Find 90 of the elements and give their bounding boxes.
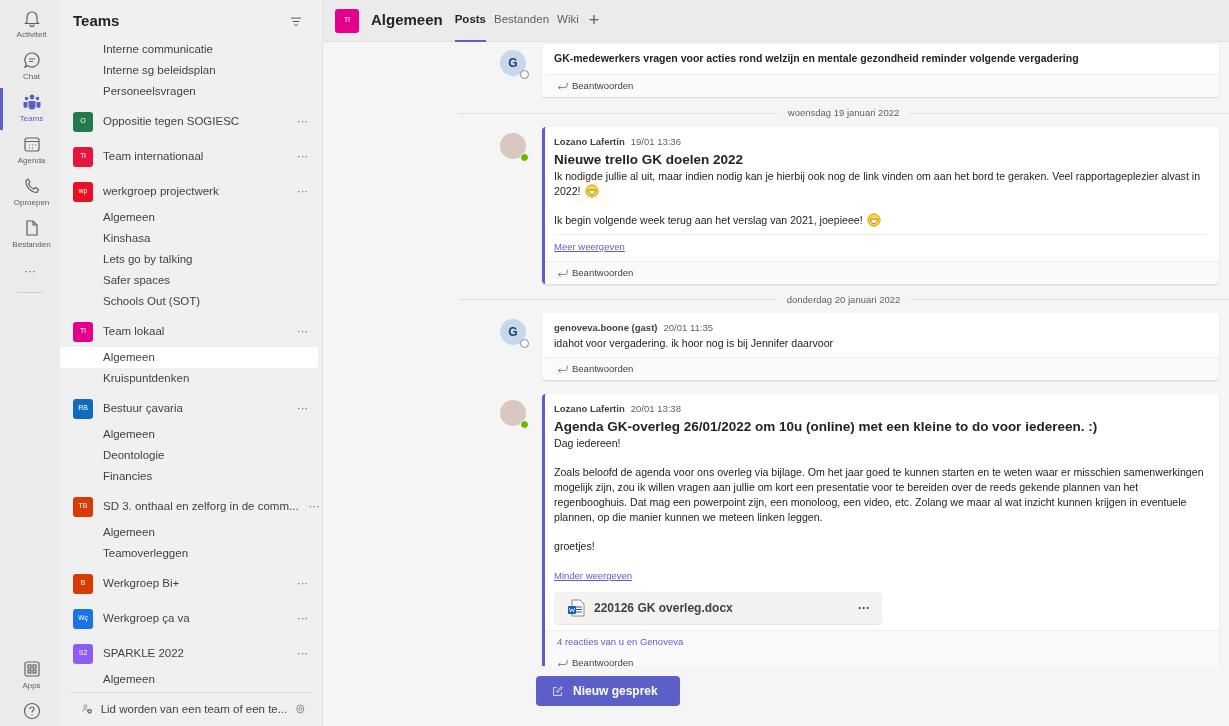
channel-title: Algemeen (371, 10, 443, 31)
reply-arrow-icon (557, 658, 568, 666)
more-button[interactable]: ··· (297, 610, 308, 627)
channel-item[interactable]: Algemeen (60, 668, 318, 690)
join-team-link[interactable]: Lid worden van een team of een te... (100, 700, 288, 718)
team-name[interactable]: Werkgroep Bi+ (103, 574, 287, 593)
message-title: Agenda GK-overleg 26/01/2022 om 10u (online) met een kleine to do voor iedereen. :) (554, 418, 1099, 436)
reply-arrow-icon (557, 82, 568, 91)
channel-item[interactable]: Financies (60, 465, 318, 487)
date-divider-label: donderdag 20 januari 2022 (786, 292, 901, 307)
author-name: genoveva.boone (gast) (554, 322, 658, 333)
people-add-icon (82, 702, 93, 717)
grid-icon (21, 659, 42, 679)
message-time: 19/01 13:36 (630, 135, 681, 147)
channel-item[interactable]: Kruispuntdenken (60, 367, 318, 389)
channel-item[interactable]: Algemeen (60, 521, 318, 543)
settings-icon[interactable] (295, 702, 306, 717)
more-button[interactable]: ··· (297, 645, 308, 662)
reply-button[interactable]: Beantwoorden (557, 362, 634, 377)
team-name[interactable]: Team internationaal (103, 147, 287, 166)
channel-item[interactable]: Schools Out (SOT) (60, 290, 318, 312)
message-text: Zoals beloofd de agenda voor ons overleg via bijlage. Om het jaar goed te kunnen starten en te weten waar er misschien samenwerkingen mogelijk zijn, zou ik willen vragen aan jullie om kort een presentatie voor te bereiden over de reeds gekende plannen van het regenbooghuis. Dat mag een powerpoint zijn, een monoloog, een video, etc. Zolang we maar al wat inzicht kunnen krijgen in eventuele plannen, op die manier kunnen we meteen linken leggen. (554, 465, 1205, 526)
rail-button[interactable]: Chat (0, 46, 60, 88)
message-time: 20/01 13:38 (630, 403, 681, 415)
message-text: Dag iedereen! (554, 436, 622, 452)
rail-button[interactable]: Apps (0, 655, 60, 697)
team-name[interactable]: SPARKLE 2022 (103, 644, 287, 663)
tab[interactable]: Wiki (557, 0, 579, 42)
rail-button[interactable]: Activiteit (0, 4, 60, 46)
message-time: 20/01 11:35 (663, 322, 713, 333)
attachment-card[interactable]: 220126 GK overleg.docx ··· (554, 592, 882, 625)
team-name[interactable]: Werkgroep ça va (103, 609, 287, 628)
channel-item[interactable]: Algemeen (60, 206, 318, 228)
rail-button[interactable]: Bestanden (0, 214, 60, 256)
reply-arrow-icon (557, 365, 568, 374)
channel-item[interactable]: Interne communicatie (60, 38, 318, 60)
author-name: Lozano Lafertin (554, 135, 625, 147)
message-title: Nieuwe trello GK doelen 2022 (554, 150, 745, 168)
reply-button[interactable]: Beantwoorden (557, 79, 634, 94)
edit-icon (552, 685, 563, 697)
more-button[interactable]: ··· (0, 256, 60, 286)
team-name[interactable]: werkgroep projectwerk (103, 182, 287, 201)
add-tab-button[interactable]: + (586, 7, 602, 34)
channel-item[interactable]: Teamoverleggen (60, 542, 318, 564)
channel-item[interactable]: Interne sg beleidsplan (60, 59, 318, 81)
rail-button[interactable]: Agenda (0, 130, 60, 172)
filter-icon[interactable] (290, 16, 302, 26)
avatar-letter: G (508, 324, 518, 341)
channel-item[interactable]: Deontologie (60, 444, 318, 466)
new-conversation-button[interactable]: Nieuw gesprek (536, 676, 680, 706)
tab[interactable]: Bestanden (494, 0, 550, 42)
more-button[interactable]: ··· (297, 113, 308, 130)
more-button[interactable]: ··· (297, 183, 308, 200)
reactions-link[interactable]: 4 reacties van u en Genoveva (557, 635, 684, 650)
avatar-letter: G (508, 55, 518, 72)
channel-item[interactable]: Safer spaces (60, 269, 318, 291)
sidebar-title: Teams (73, 11, 120, 31)
team-name[interactable]: Bestuur çavaria (103, 399, 287, 418)
help-icon (21, 701, 42, 721)
channel-item[interactable]: Algemeen (60, 346, 318, 368)
message-text: Ik nodigde jullie al uit, maar indien nodig kan je hierbij ook nog de link vinden om aan het bord te geraken. Veel rapportageplezier alvast in 2022! (554, 168, 1207, 199)
tab[interactable]: Posts (454, 0, 487, 42)
calendar-icon (21, 134, 42, 154)
team-name[interactable]: Team lokaal (103, 322, 287, 341)
team-name[interactable]: SD 3. onthaal en zelforg in de comm... (103, 497, 299, 516)
show-more-link[interactable]: Meer weergeven (554, 239, 625, 254)
channel-item[interactable]: Lets go by talking (60, 248, 318, 270)
message-text: Ik begin volgende week terug aan het verslag van 2021, joepieee! (554, 212, 1207, 228)
channel-item[interactable]: Personeelsvragen (60, 80, 318, 102)
reply-button[interactable]: Beantwoorden (557, 265, 634, 280)
author-name: Lozano Lafertin (554, 403, 625, 415)
team-name[interactable]: Oppositie tegen SOGIESC (103, 112, 287, 131)
reply-arrow-icon (557, 268, 568, 277)
channel-item[interactable]: Algemeen (60, 423, 318, 445)
people-icon (21, 92, 42, 112)
more-button[interactable]: ··· (297, 400, 308, 417)
rail-button[interactable]: Oproepen (0, 172, 60, 214)
document-icon (566, 598, 586, 619)
more-button[interactable]: ··· (308, 498, 320, 515)
show-more-link[interactable]: Minder weergeven (554, 569, 633, 584)
message-title: GK-medewerkers vragen voor acties rond welzijn en mentale gezondheid reminder volgende vergadering (554, 51, 1080, 66)
message-text: groetjes! (554, 539, 596, 555)
more-button[interactable]: ··· (297, 148, 308, 165)
chat-icon (21, 50, 42, 70)
more-button[interactable]: ··· (297, 575, 308, 592)
reply-button[interactable]: Beantwoorden (557, 655, 634, 666)
message-text: idahot voor vergadering. ik hoor nog is bij Jennifer daarvoor (554, 336, 835, 351)
channel-item[interactable]: Kinshasa (60, 227, 318, 249)
date-divider-label: woensdag 19 januari 2022 (787, 106, 900, 121)
more-button[interactable]: ··· (297, 323, 308, 340)
